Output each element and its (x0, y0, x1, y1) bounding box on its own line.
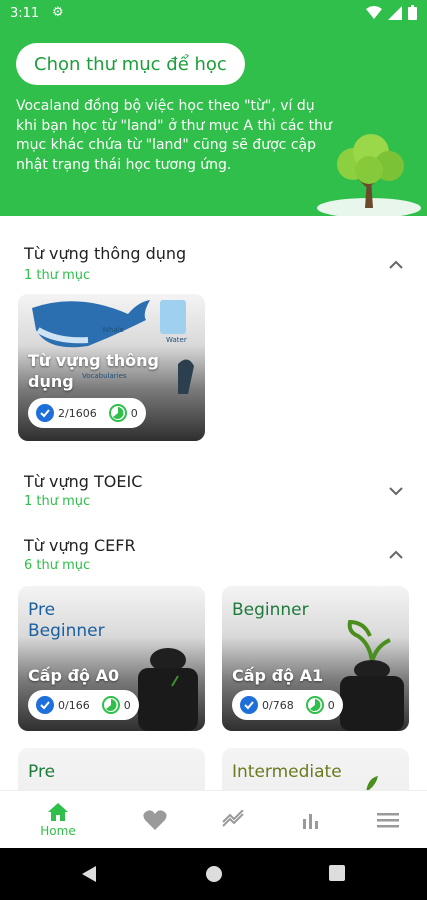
settings-status-icon: ⚙ (52, 5, 64, 20)
folder-card-common[interactable]: Whale Water Vocabularies Từ vựng thông d… (18, 294, 205, 441)
mastered-count: 0 (327, 698, 335, 712)
chevron-up-icon[interactable] (387, 256, 405, 274)
home-icon (48, 803, 68, 821)
check-circle-icon (36, 404, 54, 422)
nav-home[interactable]: Home (28, 791, 88, 849)
mastered-count: 0 (123, 698, 131, 712)
progress-circle-icon (305, 696, 324, 714)
section-count-toeic: 1 thư mục (24, 494, 91, 509)
page-title: Chọn thư mục để học (16, 43, 245, 85)
section-title-common[interactable]: Từ vựng thông dụng (24, 244, 186, 263)
chevron-down-icon[interactable] (387, 482, 405, 500)
folder-card-a0[interactable]: Pre Beginner Cấp độ A0 0/166 0 (18, 586, 205, 731)
learned-count: 0/166 (58, 698, 90, 712)
heart-icon (143, 810, 167, 830)
nav-stats[interactable] (280, 791, 340, 849)
sprout-illustration (340, 619, 404, 731)
section-count-cefr: 6 thư mục (24, 558, 91, 573)
tree-illustration (317, 134, 421, 218)
nav-favorites[interactable] (125, 791, 185, 849)
nav-home-label: Home (40, 824, 76, 838)
menu-icon (377, 813, 399, 828)
status-bar: 3:11 ⚙ (0, 0, 427, 28)
check-circle-icon (36, 696, 54, 714)
folder-card-stats: 2/1606 0 (28, 398, 146, 428)
nav-progress[interactable] (203, 791, 263, 849)
bottom-navigation: Home (0, 790, 427, 848)
section-count-common: 1 thư mục (24, 268, 91, 283)
folder-list[interactable]: Từ vựng thông dụng 1 thư mục Whale Water… (0, 216, 427, 790)
battery-icon (408, 5, 417, 20)
trend-icon (222, 810, 244, 827)
wifi-icon (366, 5, 382, 19)
leaf-illustration (366, 776, 378, 790)
water-label: Water (166, 336, 187, 344)
folder-card-title: Cấp độ A1 (232, 666, 324, 685)
folder-card-a1[interactable]: Beginner Cấp độ A1 0/768 0 (222, 586, 409, 731)
status-icons (366, 5, 417, 20)
recents-icon[interactable] (328, 864, 346, 882)
header-description: Vocaland đồng bộ việc học theo "từ", ví … (16, 98, 332, 173)
folder-card-level: Pre Beginner (28, 600, 105, 641)
check-circle-icon (240, 696, 258, 714)
progress-circle-icon (108, 404, 127, 422)
home-circle-icon[interactable] (204, 864, 224, 884)
folder-card-a2[interactable]: Pre (18, 748, 205, 790)
folder-card-title: Cấp độ A0 (28, 666, 120, 685)
progress-circle-icon (101, 696, 120, 714)
seed-illustration (138, 648, 198, 731)
status-time: 3:11 (10, 6, 40, 21)
nav-menu[interactable] (358, 791, 418, 849)
header-banner: 3:11 ⚙ Chọn thư mục để học Vocaland đồng… (0, 0, 427, 218)
folder-card-title: Từ vựng thông dụng (28, 351, 159, 391)
mastered-count: 0 (130, 406, 138, 420)
folder-card-stats: 0/768 0 (232, 690, 343, 720)
signal-icon (388, 5, 402, 20)
folder-card-level: Beginner (232, 600, 309, 620)
system-navigation-bar (0, 848, 427, 900)
section-title-toeic[interactable]: Từ vựng TOEIC (24, 472, 142, 491)
learned-count: 2/1606 (58, 406, 97, 420)
folder-card-level: Intermediate (232, 762, 342, 782)
learned-count: 0/768 (262, 698, 294, 712)
bar-chart-icon (303, 814, 318, 829)
folder-card-b1[interactable]: Intermediate (222, 748, 409, 790)
chevron-up-icon[interactable] (387, 546, 405, 564)
whale-label: Whale (102, 326, 124, 334)
section-title-cefr[interactable]: Từ vựng CEFR (24, 536, 136, 555)
folder-card-level: Pre (28, 762, 56, 782)
back-icon[interactable] (80, 864, 98, 884)
folder-card-stats: 0/166 0 (28, 690, 139, 720)
